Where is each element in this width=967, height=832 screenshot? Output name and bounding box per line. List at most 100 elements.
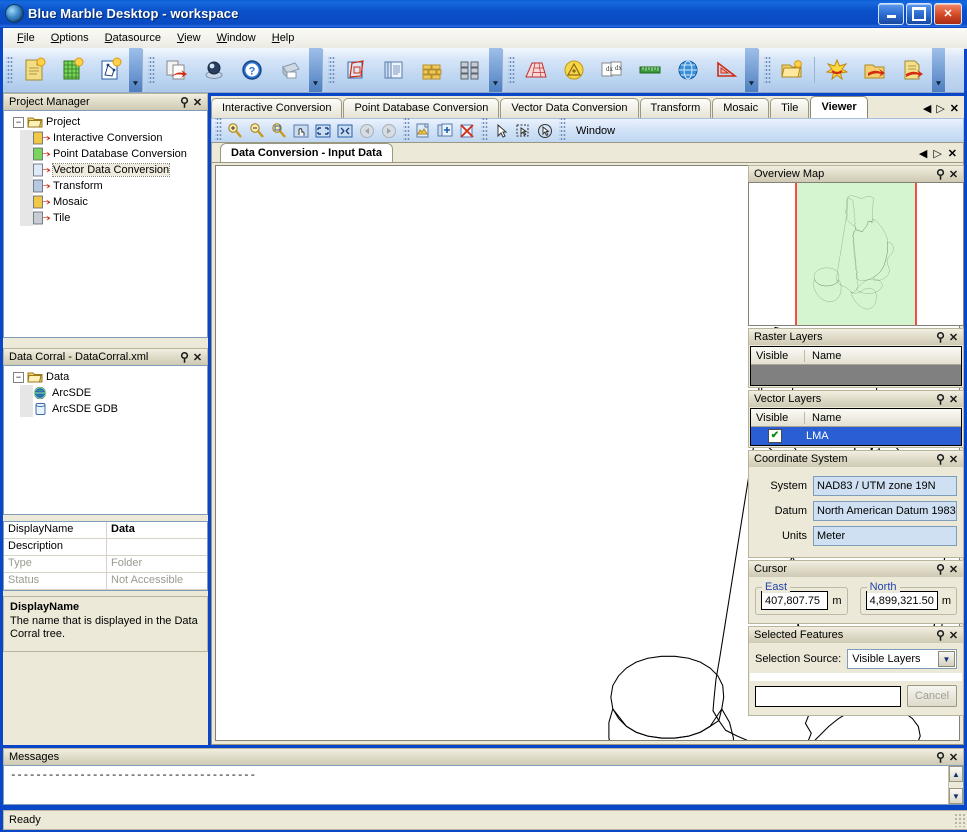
pin-icon[interactable]: ⚲ xyxy=(934,750,947,764)
pin-icon[interactable]: ⚲ xyxy=(178,95,191,109)
forward-arrow-icon[interactable] xyxy=(378,121,400,142)
toolbar-grip[interactable] xyxy=(764,55,771,85)
property-grid[interactable]: DisplayName Data Description Type Folder Stat… xyxy=(3,521,208,591)
list-item-arcsde[interactable]: ArcSDE xyxy=(6,385,205,401)
close-icon[interactable]: ✕ xyxy=(947,751,960,764)
tile-icon[interactable] xyxy=(451,51,489,89)
transform-icon[interactable] xyxy=(337,51,375,89)
close-icon[interactable]: ✕ xyxy=(947,168,960,181)
sidebar-item-interactive-conversion[interactable]: Interactive Conversion xyxy=(6,130,205,146)
close-icon[interactable]: ✕ xyxy=(947,453,960,466)
new-document-icon[interactable] xyxy=(15,51,53,89)
folder-export-icon[interactable] xyxy=(856,51,894,89)
pan-hand-icon[interactable] xyxy=(290,121,312,142)
toolbar-grip[interactable] xyxy=(328,55,335,85)
new-vector-icon[interactable] xyxy=(91,51,129,89)
maximize-button[interactable] xyxy=(906,2,932,25)
window-menu-button[interactable]: Window xyxy=(568,125,623,137)
zoom-extent-icon[interactable] xyxy=(334,121,356,142)
expander-icon[interactable]: − xyxy=(13,371,24,383)
tab-interactive-conversion[interactable]: Interactive Conversion xyxy=(211,98,343,118)
property-value[interactable]: Not Accessible xyxy=(107,573,207,589)
back-arrow-icon[interactable] xyxy=(356,121,378,142)
triangle-icon[interactable] xyxy=(707,51,745,89)
warning-triangle-icon[interactable] xyxy=(555,51,593,89)
scroll-down-button[interactable]: ▼ xyxy=(949,788,963,804)
list-item-arcsde-gdb[interactable]: ArcSDE GDB xyxy=(6,401,205,417)
export-icon[interactable] xyxy=(157,51,195,89)
toolbar-overflow-button[interactable]: ⯆ xyxy=(932,48,945,92)
overview-map-canvas[interactable] xyxy=(748,182,964,326)
disk-icon[interactable] xyxy=(195,51,233,89)
property-value[interactable]: Data xyxy=(107,522,207,538)
menu-help[interactable]: Help xyxy=(264,30,303,46)
property-value[interactable] xyxy=(107,539,207,555)
tab-vector-data-conversion[interactable]: Vector Data Conversion xyxy=(500,98,639,118)
toolbar-overflow-button[interactable]: ⯆ xyxy=(745,48,758,92)
pin-icon[interactable]: ⚲ xyxy=(934,562,947,576)
ruler-icon[interactable] xyxy=(631,51,669,89)
tab-mosaic[interactable]: Mosaic xyxy=(712,98,770,118)
menu-file[interactable]: FFileile xyxy=(9,30,43,46)
system-value[interactable]: NAD83 / UTM zone 19N xyxy=(813,476,957,496)
add-layer-icon[interactable] xyxy=(412,121,434,142)
tab-tile[interactable]: Tile xyxy=(770,98,810,118)
close-icon[interactable]: ✕ xyxy=(947,629,960,642)
selected-features-list[interactable] xyxy=(750,673,962,681)
project-tree[interactable]: − Project Interactive Conversion Point Da… xyxy=(3,110,208,338)
datum-value[interactable]: North American Datum 1983 xyxy=(813,501,957,521)
burst-icon[interactable] xyxy=(818,51,856,89)
toolbar-overflow-button[interactable]: ⯆ xyxy=(489,48,502,92)
file-export-icon[interactable] xyxy=(894,51,932,89)
toolbar-grip[interactable] xyxy=(508,55,515,85)
raster-layers-table[interactable]: Visible Name xyxy=(750,346,962,386)
new-grid-icon[interactable] xyxy=(53,51,91,89)
menu-datasource[interactable]: Datasource xyxy=(97,30,169,46)
menu-options[interactable]: Options xyxy=(43,30,97,46)
close-icon[interactable]: ✕ xyxy=(947,393,960,406)
chevron-down-icon[interactable]: ▼ xyxy=(938,651,955,667)
vector-layer-visible-cell[interactable]: ✔ xyxy=(751,429,799,443)
tab-point-database-conversion[interactable]: Point Database Conversion xyxy=(343,98,500,118)
zoom-fit-icon[interactable] xyxy=(312,121,334,142)
units-value[interactable]: Meter xyxy=(813,526,957,546)
catalog-icon[interactable] xyxy=(375,51,413,89)
pin-icon[interactable]: ⚲ xyxy=(934,330,947,344)
sidebar-item-mosaic[interactable]: Mosaic xyxy=(6,194,205,210)
toolbar-grip[interactable] xyxy=(148,55,155,85)
open-folder-star-icon[interactable] xyxy=(773,51,811,89)
expander-icon[interactable]: − xyxy=(13,116,24,128)
zoom-in-icon[interactable] xyxy=(224,121,246,142)
minimize-button[interactable] xyxy=(878,2,904,25)
tab-viewer[interactable]: Viewer xyxy=(810,96,868,118)
sidebar-item-vector-data-conversion[interactable]: Vector Data Conversion xyxy=(6,162,205,178)
property-row[interactable]: Type Folder xyxy=(4,556,207,573)
mosaic-icon[interactable] xyxy=(413,51,451,89)
close-icon[interactable]: ✕ xyxy=(191,351,204,364)
globe-icon[interactable] xyxy=(669,51,707,89)
sidebar-item-tile[interactable]: Tile xyxy=(6,210,205,226)
vector-layers-table[interactable]: Visible Name ✔ LMA xyxy=(750,408,962,446)
grid-surface-icon[interactable] xyxy=(517,51,555,89)
select-arrow-icon[interactable] xyxy=(490,121,512,142)
resize-grip[interactable] xyxy=(954,813,967,827)
menu-window[interactable]: Window xyxy=(209,30,264,46)
close-button[interactable]: ✕ xyxy=(934,2,962,25)
document-nav-next[interactable]: ▷ xyxy=(933,147,941,160)
tree-node-data[interactable]: − Data xyxy=(6,369,205,385)
zoom-window-icon[interactable] xyxy=(268,121,290,142)
zoom-out-icon[interactable] xyxy=(246,121,268,142)
messages-scrollbar[interactable]: ▲ ▼ xyxy=(948,766,963,804)
toolbar-grip[interactable] xyxy=(6,55,13,85)
pin-icon[interactable]: ⚲ xyxy=(934,392,947,406)
sidebar-item-transform[interactable]: Transform xyxy=(6,178,205,194)
scroll-up-button[interactable]: ▲ xyxy=(949,766,963,782)
sidebar-item-point-database-conversion[interactable]: Point Database Conversion xyxy=(6,146,205,162)
toolbar-overflow-button[interactable]: ⯆ xyxy=(129,48,142,92)
table-row[interactable]: ✔ LMA xyxy=(751,427,961,445)
query-input[interactable] xyxy=(755,685,901,707)
document-nav-prev[interactable]: ◀ xyxy=(919,147,927,160)
cursor-north-value[interactable]: 4,899,321.50 xyxy=(865,591,938,610)
close-icon[interactable]: ✕ xyxy=(947,563,960,576)
print-icon[interactable] xyxy=(271,51,309,89)
